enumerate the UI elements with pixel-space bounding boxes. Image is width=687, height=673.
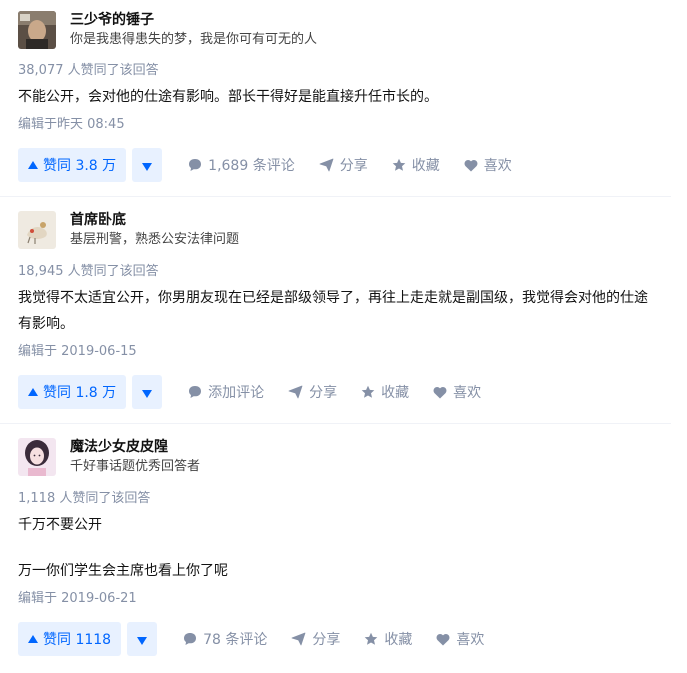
downvote-button[interactable] bbox=[132, 148, 163, 182]
upvote-button[interactable]: 赞同 1.8 万 bbox=[18, 375, 127, 409]
answer-paragraph: 不能公开，会对他的仕途有影响。部长干得好是能直接升任市长的。 bbox=[18, 89, 438, 105]
avatar[interactable] bbox=[18, 11, 56, 49]
star-icon bbox=[361, 385, 375, 398]
star-icon bbox=[392, 158, 406, 171]
edited-time[interactable]: 编辑于 2019-06-21 bbox=[18, 590, 653, 608]
author-headline: 基层刑警，熟悉公安法律问题 bbox=[70, 232, 240, 247]
edited-time[interactable]: 编辑于 2019-06-15 bbox=[18, 343, 653, 361]
avatar[interactable] bbox=[18, 438, 56, 476]
action-bar: 赞同 1118 78 条评论 分享 收藏 喜欢 bbox=[18, 622, 653, 656]
answer-content: 千万不要公开 万一你们学生会主席也看上你了呢 bbox=[18, 512, 653, 584]
author-info: 首席卧底 基层刑警，熟悉公安法律问题 bbox=[18, 197, 653, 249]
comment-bubble-icon bbox=[189, 159, 202, 171]
author-headline: 你是我患得患失的梦，我是你可有可无的人 bbox=[70, 32, 318, 47]
triangle-up-icon bbox=[28, 157, 38, 173]
action-bar: 赞同 1.8 万 添加评论 分享 收藏 喜欢 bbox=[18, 375, 653, 409]
comment-button[interactable]: 添加评论 bbox=[188, 382, 264, 402]
avatar[interactable] bbox=[18, 211, 56, 249]
author-name[interactable]: 魔法少女皮皮隍 bbox=[70, 438, 200, 456]
downvote-button[interactable] bbox=[127, 622, 158, 656]
author-headline: 千好事话题优秀回答者 bbox=[70, 459, 201, 474]
triangle-down-icon bbox=[142, 156, 153, 175]
comment-button[interactable]: 78 条评论 bbox=[183, 629, 267, 649]
favorite-button[interactable]: 收藏 bbox=[364, 629, 412, 649]
answer-paragraph: 我觉得不太适宜公开，你男朋友现在已经是部级领导了，再往上走走就是副国级，我觉得会… bbox=[18, 290, 648, 332]
share-button[interactable]: 分享 bbox=[288, 382, 337, 402]
answer-item: 魔法少女皮皮隍 千好事话题优秀回答者 1,118 人赞同了该回答 千万不要公开 … bbox=[0, 423, 671, 656]
favorite-button[interactable]: 收藏 bbox=[361, 382, 409, 402]
favorite-label: 收藏 bbox=[384, 632, 413, 648]
share-label: 分享 bbox=[339, 158, 368, 174]
like-label: 喜欢 bbox=[483, 158, 512, 174]
comment-bubble-icon bbox=[189, 386, 202, 398]
share-label: 分享 bbox=[312, 632, 341, 648]
share-label: 分享 bbox=[309, 385, 338, 401]
star-icon bbox=[365, 632, 378, 645]
author-info: 三少爷的锤子 你是我患得患失的梦，我是你可有可无的人 bbox=[18, 0, 669, 49]
edited-time[interactable]: 编辑于昨天 08:45 bbox=[18, 116, 669, 134]
comment-bubble-icon bbox=[184, 633, 197, 645]
author-name[interactable]: 三少爷的锤子 bbox=[70, 11, 317, 29]
downvote-button[interactable] bbox=[132, 375, 163, 409]
paper-plane-icon bbox=[319, 158, 334, 172]
share-button[interactable]: 分享 bbox=[291, 629, 340, 649]
triangle-up-icon bbox=[28, 384, 38, 400]
like-label: 喜欢 bbox=[453, 385, 482, 401]
favorite-button[interactable]: 收藏 bbox=[392, 155, 440, 175]
like-button[interactable]: 喜欢 bbox=[464, 155, 512, 175]
upvote-label: 赞同 1.8 万 bbox=[43, 385, 117, 401]
answer-content: 我觉得不太适宜公开，你男朋友现在已经是部级领导了，再往上走走就是副国级，我觉得会… bbox=[18, 285, 653, 337]
comment-label: 添加评论 bbox=[208, 385, 265, 401]
action-bar: 赞同 3.8 万 1,689 条评论 分享 收藏 喜欢 bbox=[18, 148, 669, 182]
answer-paragraph: 千万不要公开 bbox=[18, 517, 102, 533]
vote-count-text[interactable]: 18,945 人赞同了该回答 bbox=[18, 263, 653, 281]
upvote-button[interactable]: 赞同 3.8 万 bbox=[18, 148, 127, 182]
heart-icon bbox=[436, 633, 450, 645]
like-label: 喜欢 bbox=[456, 632, 485, 648]
share-button[interactable]: 分享 bbox=[319, 155, 368, 175]
paper-plane-icon bbox=[288, 385, 303, 399]
favorite-label: 收藏 bbox=[411, 158, 440, 174]
triangle-down-icon bbox=[137, 630, 148, 649]
upvote-label: 赞同 3.8 万 bbox=[43, 158, 117, 174]
heart-icon bbox=[433, 386, 447, 398]
like-button[interactable]: 喜欢 bbox=[436, 629, 484, 649]
author-info: 魔法少女皮皮隍 千好事话题优秀回答者 bbox=[18, 424, 653, 476]
heart-icon bbox=[464, 159, 478, 171]
favorite-label: 收藏 bbox=[381, 385, 410, 401]
upvote-label: 赞同 1118 bbox=[43, 632, 112, 648]
answer-item: 三少爷的锤子 你是我患得患失的梦，我是你可有可无的人 38,077 人赞同了该回… bbox=[0, 0, 687, 196]
like-button[interactable]: 喜欢 bbox=[433, 382, 481, 402]
vote-count-text[interactable]: 38,077 人赞同了该回答 bbox=[18, 62, 669, 80]
answer-item: 首席卧底 基层刑警，熟悉公安法律问题 18,945 人赞同了该回答 我觉得不太适… bbox=[0, 196, 671, 423]
answer-content: 不能公开，会对他的仕途有影响。部长干得好是能直接升任市长的。 bbox=[18, 84, 669, 110]
triangle-up-icon bbox=[28, 631, 38, 647]
author-name[interactable]: 首席卧底 bbox=[70, 211, 239, 229]
comment-button[interactable]: 1,689 条评论 bbox=[188, 155, 295, 175]
vote-count-text[interactable]: 1,118 人赞同了该回答 bbox=[18, 490, 653, 508]
comment-label: 78 条评论 bbox=[203, 632, 268, 648]
answer-paragraph: 万一你们学生会主席也看上你了呢 bbox=[18, 563, 228, 579]
upvote-button[interactable]: 赞同 1118 bbox=[18, 622, 122, 656]
comment-label: 1,689 条评论 bbox=[208, 158, 295, 174]
paper-plane-icon bbox=[291, 632, 306, 646]
triangle-down-icon bbox=[142, 383, 153, 402]
